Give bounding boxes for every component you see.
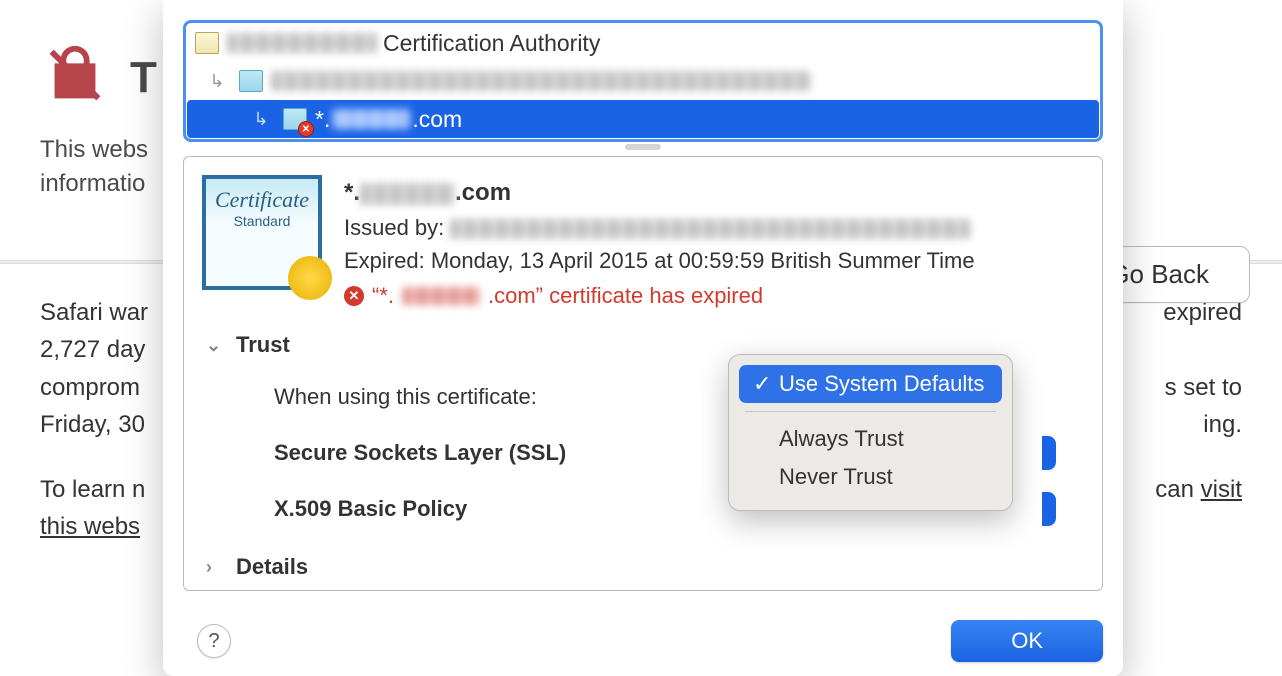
- redacted-text: [360, 183, 455, 205]
- error-detail-fragment: ing.: [1203, 406, 1242, 443]
- redacted-text: [271, 71, 811, 91]
- certificate-script-label: Certificate: [206, 187, 318, 213]
- trust-when-using-label: When using this certificate:: [202, 384, 762, 410]
- resize-handle[interactable]: [625, 144, 661, 150]
- dropdown-option-label: Never Trust: [779, 464, 893, 490]
- chevron-right-icon: ›: [206, 557, 222, 578]
- error-text-prefix: “*.: [372, 279, 394, 312]
- chain-leaf-row[interactable]: ↳ ✕ *. .com: [187, 100, 1099, 138]
- redacted-text: [227, 33, 377, 53]
- certificate-chain-list[interactable]: Certification Authority ↳ ↳ ✕ *. .com: [183, 20, 1103, 142]
- visit-website-link[interactable]: this webs: [40, 513, 140, 540]
- trust-x509-label: X.509 Basic Policy: [202, 496, 762, 522]
- certificate-icon: [195, 32, 219, 54]
- certificate-icon: [239, 70, 263, 92]
- trust-ssl-label: Secure Sockets Layer (SSL): [202, 440, 762, 466]
- ok-button[interactable]: OK: [951, 620, 1103, 662]
- redacted-text: [450, 219, 970, 239]
- error-title-fragment: T: [130, 53, 157, 103]
- trust-policy-dropdown: ✓ Use System Defaults Always Trust Never…: [728, 354, 1013, 511]
- certificate-dialog: Certification Authority ↳ ↳ ✕ *. .com Ce…: [163, 0, 1123, 676]
- error-text-suffix: .com” certificate has expired: [488, 279, 763, 312]
- chain-root-row[interactable]: Certification Authority: [187, 24, 1099, 62]
- checkmark-icon: ✓: [753, 371, 769, 397]
- error-detail-fragment: s set to: [1165, 369, 1242, 406]
- expired-line: Expired: Monday, 13 April 2015 at 00:59:…: [344, 244, 975, 277]
- certificate-icon: ✕: [283, 108, 307, 130]
- ssl-broken-lock-icon: [40, 40, 110, 115]
- error-badge-icon: ✕: [344, 286, 364, 306]
- tree-indent-icon: ↳: [239, 109, 283, 130]
- error-detail-fragment: Safari war: [40, 299, 148, 326]
- error-learn-fragment: can: [1155, 476, 1200, 503]
- dropdown-option-label: Always Trust: [779, 426, 904, 452]
- error-learn-fragment: To learn n: [40, 476, 145, 503]
- dropdown-option-label: Use System Defaults: [779, 371, 984, 397]
- dropdown-separator: [745, 411, 996, 412]
- error-detail-fragment: comprom: [40, 374, 140, 401]
- trust-section-label: Trust: [236, 332, 290, 358]
- redacted-text: [332, 109, 410, 129]
- error-detail-fragment: 2,727 day: [40, 336, 145, 363]
- dropdown-option-system-defaults[interactable]: ✓ Use System Defaults: [739, 365, 1002, 403]
- tree-indent-icon: ↳: [195, 71, 239, 92]
- error-badge-icon: ✕: [298, 121, 314, 137]
- cert-name-prefix: *.: [344, 179, 360, 206]
- certificate-large-icon: Certificate Standard: [202, 175, 322, 290]
- trust-x509-select[interactable]: [1042, 492, 1056, 526]
- dropdown-option-always-trust[interactable]: Always Trust: [739, 420, 1002, 458]
- error-detail-fragment: Friday, 30: [40, 411, 145, 438]
- chain-root-label: Certification Authority: [383, 30, 600, 57]
- dialog-help-button[interactable]: ?: [197, 624, 231, 658]
- chain-leaf-suffix: .com: [412, 106, 462, 133]
- issued-by-label: Issued by:: [344, 215, 450, 240]
- cert-name-suffix: .com: [455, 179, 511, 206]
- chain-intermediate-row[interactable]: ↳: [187, 62, 1099, 100]
- trust-ssl-select[interactable]: [1042, 436, 1056, 470]
- visit-link[interactable]: visit: [1201, 476, 1242, 503]
- redacted-text: [402, 287, 480, 305]
- dropdown-option-never-trust[interactable]: Never Trust: [739, 458, 1002, 496]
- details-section-label: Details: [236, 554, 308, 580]
- certificate-standard-label: Standard: [206, 213, 318, 229]
- chain-leaf-prefix: *.: [315, 106, 330, 133]
- chevron-down-icon: ⌄: [206, 335, 222, 356]
- details-section-header[interactable]: › Details: [206, 554, 1084, 580]
